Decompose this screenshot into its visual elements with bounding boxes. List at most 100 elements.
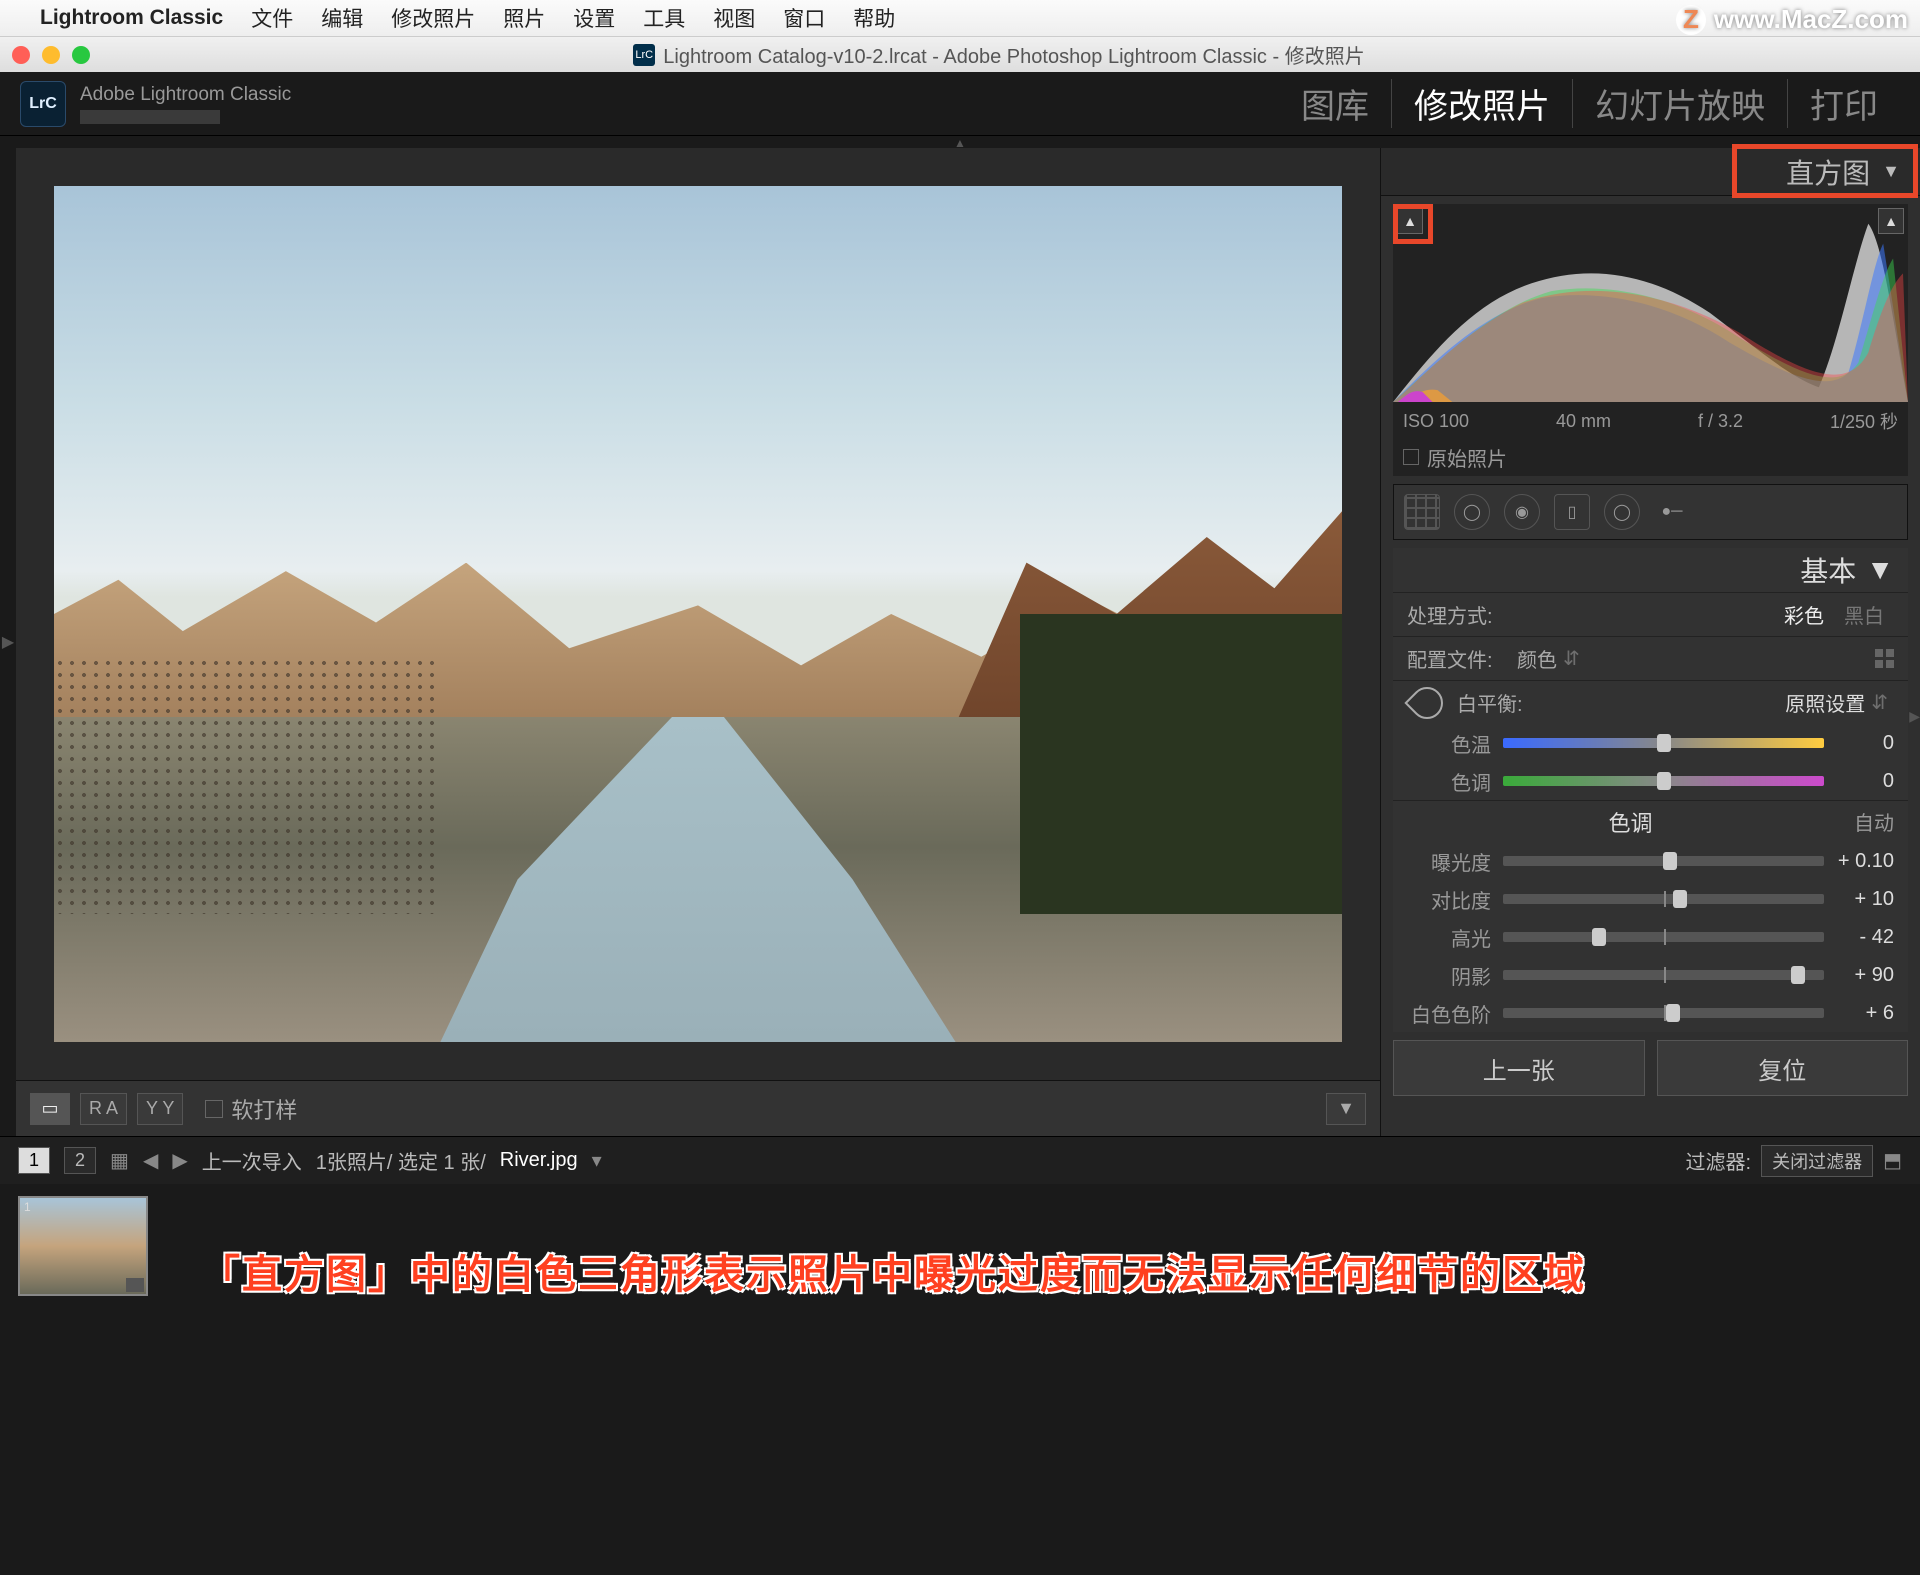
- eyedropper-icon[interactable]: [1407, 683, 1447, 723]
- softproof-toggle[interactable]: 软打样: [205, 1093, 297, 1125]
- top-panel-collapse[interactable]: ▲: [0, 136, 1920, 148]
- thumb-index: 1: [24, 1200, 31, 1214]
- reset-button[interactable]: 复位: [1657, 1040, 1909, 1096]
- close-icon[interactable]: [12, 46, 30, 64]
- module-develop[interactable]: 修改照片: [1392, 79, 1573, 128]
- minimize-icon[interactable]: [42, 46, 60, 64]
- profile-browser-icon[interactable]: [1875, 649, 1894, 668]
- original-photo-toggle[interactable]: 原始照片: [1393, 438, 1908, 476]
- filter-dropdown[interactable]: 关闭过滤器: [1761, 1145, 1873, 1177]
- module-library[interactable]: 图库: [1279, 79, 1392, 128]
- histogram-exif: ISO 100 40 mm f / 3.2 1/250 秒: [1393, 404, 1908, 438]
- exif-aperture: f / 3.2: [1698, 411, 1743, 432]
- thumbnail[interactable]: 1: [18, 1196, 148, 1296]
- contrast-slider-row: 对比度 + 10: [1393, 880, 1908, 918]
- main-display-button[interactable]: 1: [18, 1147, 50, 1174]
- histogram[interactable]: ▲ ▲: [1393, 204, 1908, 404]
- menu-photo[interactable]: 照片: [503, 3, 545, 33]
- photo-count: 1张照片/ 选定 1 张/: [316, 1146, 486, 1175]
- checkbox-icon[interactable]: [205, 1100, 223, 1118]
- menu-settings[interactable]: 设置: [573, 3, 615, 33]
- whites-value[interactable]: + 6: [1824, 1002, 1894, 1025]
- auto-tone-button[interactable]: 自动: [1854, 807, 1894, 836]
- menu-help[interactable]: 帮助: [853, 3, 895, 33]
- radial-filter-tool[interactable]: ◯: [1604, 494, 1640, 530]
- watermark-z-icon: Z: [1676, 5, 1706, 35]
- brush-tool[interactable]: ●─: [1654, 494, 1690, 530]
- contrast-slider[interactable]: [1503, 894, 1824, 904]
- tint-value[interactable]: 0: [1824, 770, 1894, 793]
- exposure-value[interactable]: + 0.10: [1824, 850, 1894, 873]
- temp-slider[interactable]: [1503, 738, 1824, 748]
- zoom-icon[interactable]: [72, 46, 90, 64]
- exposure-slider[interactable]: [1503, 856, 1824, 866]
- local-tools-strip: ◯ ◉ ▯ ◯ ●─: [1393, 484, 1908, 540]
- grid-icon[interactable]: ▦: [110, 1148, 129, 1173]
- menu-develop[interactable]: 修改照片: [391, 3, 475, 33]
- menubar-appname[interactable]: Lightroom Classic: [40, 6, 223, 30]
- previous-button[interactable]: 上一张: [1393, 1040, 1645, 1096]
- module-slideshow[interactable]: 幻灯片放映: [1573, 79, 1788, 128]
- menu-edit[interactable]: 编辑: [321, 3, 363, 33]
- highlights-slider-row: 高光 - 42: [1393, 918, 1908, 956]
- redeye-tool[interactable]: ◉: [1504, 494, 1540, 530]
- tint-label: 色调: [1407, 767, 1503, 796]
- highlights-value[interactable]: - 42: [1824, 926, 1894, 949]
- shadows-slider[interactable]: [1503, 970, 1824, 980]
- temp-value[interactable]: 0: [1824, 732, 1894, 755]
- watermark-text: www.MacZ.com: [1714, 4, 1908, 35]
- current-filename[interactable]: River.jpg: [500, 1149, 578, 1172]
- tone-section-label: 色调: [1407, 806, 1854, 838]
- left-panel-collapse[interactable]: ▶: [0, 148, 16, 1136]
- photo-preview: [54, 186, 1342, 1042]
- breadcrumb[interactable]: 上一次导入: [202, 1146, 302, 1175]
- menu-tools[interactable]: 工具: [643, 3, 685, 33]
- module-picker: 图库 修改照片 幻灯片放映 打印: [1279, 79, 1900, 128]
- window-titlebar: LrC Lightroom Catalog-v10-2.lrcat - Adob…: [0, 36, 1920, 72]
- graduated-filter-tool[interactable]: ▯: [1554, 494, 1590, 530]
- treatment-label: 处理方式:: [1407, 600, 1517, 629]
- right-panel-collapse[interactable]: ▶: [1909, 708, 1920, 725]
- loupe-view-button[interactable]: ▭: [30, 1093, 70, 1125]
- before-after-tb-button[interactable]: Y Y: [137, 1093, 183, 1125]
- nav-forward-icon[interactable]: ▶: [172, 1148, 187, 1173]
- nav-back-icon[interactable]: ◀: [143, 1148, 158, 1173]
- menu-file[interactable]: 文件: [251, 3, 293, 33]
- filter-lock-icon[interactable]: ⬒: [1883, 1148, 1902, 1173]
- annotation-box-shadow-clip: [1393, 204, 1433, 244]
- highlight-clipping-toggle[interactable]: ▲: [1878, 208, 1904, 234]
- profile-value[interactable]: 颜色: [1517, 644, 1557, 673]
- treatment-bw[interactable]: 黑白: [1834, 600, 1894, 629]
- shadows-slider-row: 阴影 + 90: [1393, 956, 1908, 994]
- macos-menubar: Lightroom Classic 文件 编辑 修改照片 照片 设置 工具 视图…: [0, 0, 1920, 36]
- treatment-color[interactable]: 彩色: [1774, 600, 1834, 629]
- filmstrip-toolbar: 1 2 ▦ ◀ ▶ 上一次导入 1张照片/ 选定 1 张/ River.jpg▾…: [0, 1136, 1920, 1184]
- module-print[interactable]: 打印: [1788, 79, 1900, 128]
- lrc-doc-icon: LrC: [633, 44, 655, 66]
- histogram-panel-header[interactable]: 直方图 ▼: [1381, 148, 1920, 196]
- temp-label: 色温: [1407, 729, 1503, 758]
- lrc-logo-icon: LrC: [20, 81, 66, 127]
- toolbar-disclosure[interactable]: ▼: [1326, 1093, 1366, 1125]
- contrast-value[interactable]: + 10: [1824, 888, 1894, 911]
- filter-label: 过滤器:: [1686, 1146, 1752, 1175]
- checkbox-icon[interactable]: [1403, 449, 1419, 465]
- menu-view[interactable]: 视图: [713, 3, 755, 33]
- temp-slider-row: 色温 0: [1393, 724, 1908, 762]
- contrast-label: 对比度: [1407, 885, 1503, 914]
- wb-value[interactable]: 原照设置: [1785, 688, 1865, 717]
- filmstrip[interactable]: 1 「直方图」中的白色三角形表示照片中曝光过度而无法显示任何细节的区域: [0, 1184, 1920, 1344]
- whites-slider[interactable]: [1503, 1008, 1824, 1018]
- tint-slider[interactable]: [1503, 776, 1824, 786]
- crop-tool[interactable]: [1404, 494, 1440, 530]
- spot-removal-tool[interactable]: ◯: [1454, 494, 1490, 530]
- before-after-lr-button[interactable]: R A: [80, 1093, 127, 1125]
- image-viewer[interactable]: [16, 148, 1380, 1080]
- basic-panel-header[interactable]: 基本 ▼: [1393, 548, 1908, 592]
- second-display-button[interactable]: 2: [64, 1147, 96, 1174]
- highlights-slider[interactable]: [1503, 932, 1824, 942]
- wb-label: 白平衡:: [1457, 688, 1523, 717]
- shadows-value[interactable]: + 90: [1824, 964, 1894, 987]
- menu-window[interactable]: 窗口: [783, 3, 825, 33]
- shadows-label: 阴影: [1407, 961, 1503, 990]
